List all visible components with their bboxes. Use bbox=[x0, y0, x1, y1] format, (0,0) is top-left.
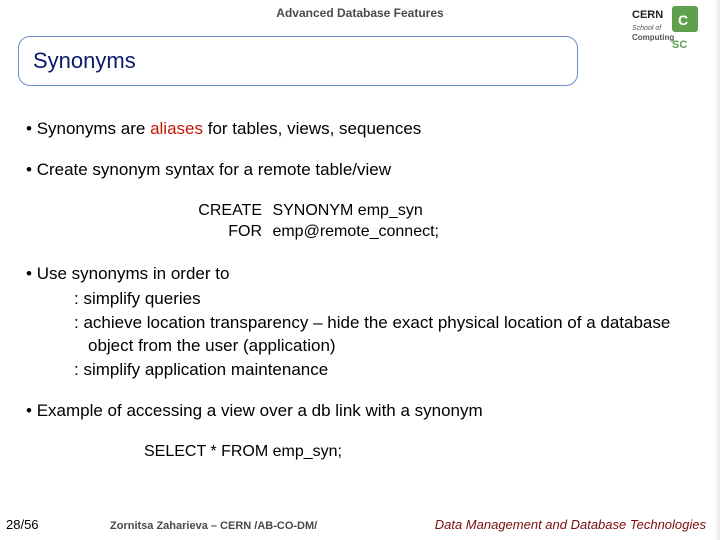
footer-topic: Data Management and Database Technologie… bbox=[435, 517, 706, 532]
bullet-1: Synonyms are aliases for tables, views, … bbox=[26, 118, 696, 141]
content-area: Synonyms are aliases for tables, views, … bbox=[26, 118, 696, 462]
footer: 28/56 Zornitsa Zaharieva – CERN /AB-CO-D… bbox=[0, 512, 720, 534]
logo-top-text: CERN bbox=[632, 9, 663, 21]
code-block-create: CREATE SYNONYM emp_syn FOR emp@remote_co… bbox=[166, 200, 696, 243]
bullet-3: Use synonyms in order to bbox=[26, 263, 696, 286]
slide-title: Synonyms bbox=[33, 48, 136, 74]
cern-logo: CERN School of Computing C SC bbox=[630, 4, 700, 56]
bullet-4: Example of accessing a view over a db li… bbox=[26, 400, 696, 423]
bullet-1-post: for tables, views, sequences bbox=[203, 119, 421, 138]
footer-author: Zornitsa Zaharieva – CERN /AB-CO-DM/ bbox=[110, 520, 317, 532]
bullet-1-pre: Synonyms are bbox=[37, 119, 150, 138]
sub-list: : simplify queries : achieve location tr… bbox=[60, 288, 696, 382]
svg-text:C: C bbox=[678, 12, 688, 28]
logo-bot-text: Computing bbox=[632, 33, 674, 42]
sub-1: : simplify queries bbox=[60, 288, 696, 311]
side-shadow bbox=[714, 0, 720, 540]
logo-mid-text: School of bbox=[632, 25, 662, 32]
code-block-select: SELECT * FROM emp_syn; bbox=[144, 441, 696, 463]
top-bar: Advanced Database Features bbox=[0, 0, 720, 30]
code-kw-create: CREATE bbox=[166, 200, 262, 222]
bullet-1-highlight: aliases bbox=[150, 119, 203, 138]
course-name: Advanced Database Features bbox=[0, 6, 720, 20]
slide-title-box: Synonyms bbox=[18, 36, 578, 86]
sub-2: : achieve location transparency – hide t… bbox=[60, 312, 696, 358]
code-val-1: SYNONYM emp_syn bbox=[268, 202, 423, 219]
svg-text:SC: SC bbox=[672, 39, 687, 51]
sub-3: : simplify application maintenance bbox=[60, 359, 696, 382]
bullet-2: Create synonym syntax for a remote table… bbox=[26, 159, 696, 182]
code-kw-for: FOR bbox=[166, 221, 262, 243]
slide: Advanced Database Features CERN School o… bbox=[0, 0, 720, 540]
page-number: 28/56 bbox=[6, 517, 39, 532]
code-val-2: emp@remote_connect; bbox=[268, 223, 439, 240]
